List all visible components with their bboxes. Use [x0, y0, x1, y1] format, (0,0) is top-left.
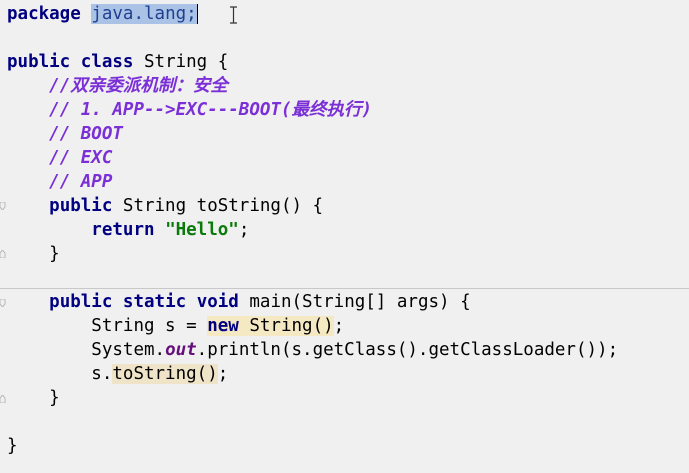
code-line-comment[interactable]: //双亲委派机制：安全 [7, 74, 228, 98]
code-line-println[interactable]: System.out.println(s.getClass().getClass… [7, 338, 618, 362]
code-line-tostring-call[interactable]: s.toString(); [7, 362, 228, 386]
code-line-main-decl[interactable]: public static void main(String[] args) { [7, 290, 471, 314]
keyword-new: new [207, 316, 239, 336]
close-brace: } [49, 388, 60, 408]
code-line-comment[interactable]: // 1. APP-->EXC---BOOT(最终执行) [7, 98, 372, 122]
method-separator [0, 288, 689, 289]
semicolon: ; [238, 220, 250, 240]
method-signature: main(String[] args) { [238, 292, 471, 312]
ibeam-cursor-icon [230, 6, 237, 24]
selected-text[interactable]: java.lang; [91, 4, 197, 24]
keyword-public: public [7, 52, 71, 72]
code-line-comment[interactable]: // EXC [7, 146, 112, 170]
static-field-out: out [165, 340, 197, 360]
code-line-package[interactable]: package java.lang; [7, 2, 198, 26]
semicolon: ; [333, 316, 345, 336]
code-line-close-brace[interactable]: } [7, 242, 60, 266]
keyword-void: void [196, 292, 239, 312]
constructor-name: String [238, 316, 313, 336]
comment-text: // BOOT [49, 124, 123, 144]
system-class: System. [91, 340, 166, 360]
text-caret [196, 4, 198, 24]
comment-text: //双亲委派机制：安全 [49, 76, 228, 96]
method-signature: String toString() { [112, 196, 324, 216]
code-line-comment[interactable]: // APP [7, 170, 112, 194]
code-line-class-decl[interactable]: public class String { [7, 50, 228, 74]
keyword-return: return [91, 220, 155, 240]
keyword-package: package [7, 4, 81, 24]
fold-marker-icon[interactable] [0, 395, 6, 403]
println-call: .println(s.getClass().getClassLoader()); [196, 340, 619, 360]
close-brace: } [7, 436, 18, 456]
comment-text: // EXC [49, 148, 113, 168]
string-literal: "Hello" [165, 220, 239, 240]
constructor-parens: () [312, 316, 334, 336]
comment-text: // 1. APP-->EXC---BOOT(最终执行) [49, 100, 373, 120]
keyword-public: public [49, 292, 113, 312]
fold-marker-icon[interactable] [0, 202, 6, 210]
fold-marker-icon[interactable] [0, 299, 6, 307]
method-call-highlight: toString [112, 364, 197, 384]
fold-marker-icon[interactable] [0, 250, 6, 258]
declaration-text: String s = [91, 316, 208, 336]
close-brace: } [49, 244, 60, 264]
keyword-public: public [49, 196, 113, 216]
class-name: String { [144, 52, 229, 72]
code-editor[interactable]: package java.lang; public class String {… [0, 0, 689, 473]
code-line-new-string[interactable]: String s = new String(); [7, 314, 344, 338]
semicolon: ; [217, 364, 229, 384]
code-line-close-brace[interactable]: } [7, 386, 60, 410]
receiver: s. [91, 364, 113, 384]
code-line-return[interactable]: return "Hello"; [7, 218, 249, 242]
code-line-method-decl[interactable]: public String toString() { [7, 194, 323, 218]
comment-text: // APP [49, 172, 113, 192]
keyword-static: static [122, 292, 187, 312]
keyword-class: class [80, 52, 134, 72]
code-line-comment[interactable]: // BOOT [7, 122, 123, 146]
code-line-close-brace[interactable]: } [7, 434, 18, 458]
call-parens: () [196, 364, 218, 384]
